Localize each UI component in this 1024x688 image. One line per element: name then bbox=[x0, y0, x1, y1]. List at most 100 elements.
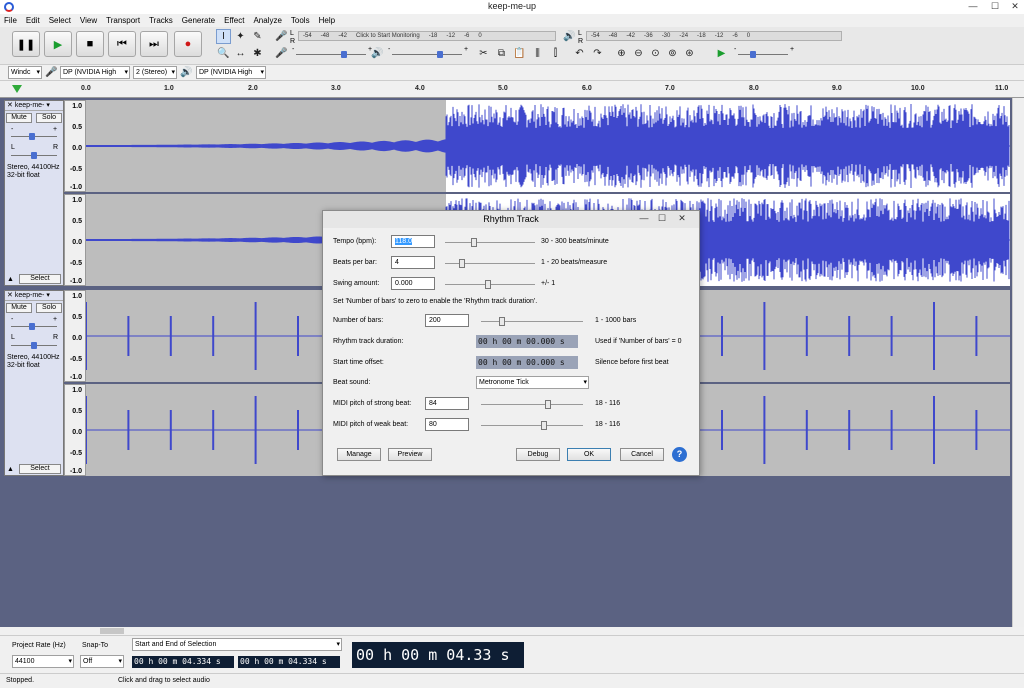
weak-beat-input[interactable]: 80 bbox=[425, 418, 469, 431]
pause-button[interactable]: ❚❚ bbox=[12, 31, 40, 57]
channels-select[interactable]: 2 (Stereo) bbox=[133, 66, 177, 79]
scroll-thumb[interactable] bbox=[100, 628, 124, 634]
beats-per-bar-slider[interactable] bbox=[445, 259, 535, 268]
tempo-input[interactable]: 118.0 bbox=[391, 235, 435, 248]
offset-timecode[interactable]: 00 h 00 m 00.000 s bbox=[476, 356, 578, 369]
redo-icon[interactable]: ↷ bbox=[590, 46, 605, 61]
manage-button[interactable]: Manage bbox=[337, 448, 381, 461]
copy-icon[interactable]: ⧉ bbox=[494, 46, 509, 61]
play-button[interactable]: ▶ bbox=[44, 31, 72, 57]
cut-icon[interactable]: ✂ bbox=[476, 46, 491, 61]
track-name-menu[interactable]: ✕ keep-me- ▾ bbox=[5, 101, 63, 111]
ok-button[interactable]: OK bbox=[567, 448, 611, 461]
horizontal-scrollbar[interactable] bbox=[0, 627, 1024, 635]
project-rate-select[interactable]: 44100 bbox=[12, 655, 74, 668]
zoom-tool-button[interactable]: 🔍 bbox=[216, 46, 231, 61]
zoom-out-icon[interactable]: ⊖ bbox=[631, 46, 646, 61]
undo-icon[interactable]: ↶ bbox=[572, 46, 587, 61]
multi-tool-button[interactable]: ✱ bbox=[250, 46, 265, 61]
menu-select[interactable]: Select bbox=[49, 16, 71, 25]
audio-host-select[interactable]: Windc bbox=[8, 66, 42, 79]
selection-mode-select[interactable]: Start and End of Selection bbox=[132, 638, 342, 651]
fit-selection-icon[interactable]: ⊙ bbox=[648, 46, 663, 61]
collapse-icon[interactable]: ▲ bbox=[7, 276, 14, 283]
debug-button[interactable]: Debug bbox=[516, 448, 560, 461]
preview-button[interactable]: Preview bbox=[388, 448, 432, 461]
menu-tracks[interactable]: Tracks bbox=[149, 16, 173, 25]
dialog-maximize-icon[interactable]: ☐ bbox=[655, 213, 669, 224]
bars-slider[interactable] bbox=[481, 317, 583, 326]
minimize-icon[interactable]: — bbox=[966, 1, 980, 12]
swing-slider[interactable] bbox=[445, 280, 535, 289]
recording-volume-slider[interactable] bbox=[296, 50, 366, 59]
playback-meter[interactable]: -54 -48 -42 -36 -30 -24 -18 -12 -6 0 bbox=[586, 31, 842, 41]
playback-volume-slider[interactable] bbox=[392, 50, 462, 59]
select-track-button[interactable]: Select bbox=[19, 464, 61, 474]
silence-icon[interactable]: ⫿ bbox=[548, 46, 563, 61]
audio-position-timecode[interactable]: 00 h 00 m 04.33 s bbox=[352, 642, 524, 668]
weak-beat-slider[interactable] bbox=[481, 421, 583, 430]
dialog-minimize-icon[interactable]: — bbox=[637, 213, 651, 224]
gain-slider[interactable] bbox=[11, 132, 57, 141]
collapse-icon[interactable]: ▲ bbox=[7, 466, 14, 473]
draw-tool-button[interactable]: ✎ bbox=[250, 29, 265, 44]
mute-button[interactable]: Mute bbox=[6, 303, 32, 313]
timeline-ruler[interactable]: 0.0 1.0 2.0 3.0 4.0 5.0 6.0 7.0 8.0 9.0 … bbox=[0, 81, 1024, 98]
record-button[interactable]: ● bbox=[174, 31, 202, 57]
swing-input[interactable]: 0.000 bbox=[391, 277, 435, 290]
bars-input[interactable]: 200 bbox=[425, 314, 469, 327]
timeline-pin-icon[interactable] bbox=[12, 85, 22, 93]
track-name-menu[interactable]: ✕ keep-me- ▾ bbox=[5, 291, 63, 301]
help-icon[interactable]: ? bbox=[672, 447, 687, 462]
beats-per-bar-range: 1 - 20 beats/measure bbox=[541, 259, 608, 266]
menu-analyze[interactable]: Analyze bbox=[253, 16, 281, 25]
playback-device-select[interactable]: DP (NVIDIA High bbox=[196, 66, 266, 79]
strong-beat-slider[interactable] bbox=[481, 400, 583, 409]
pan-slider[interactable] bbox=[11, 341, 57, 350]
time-shift-tool-button[interactable]: ↔ bbox=[233, 46, 248, 61]
tempo-slider[interactable] bbox=[445, 238, 535, 247]
menu-file[interactable]: File bbox=[4, 16, 17, 25]
solo-button[interactable]: Solo bbox=[36, 113, 62, 123]
gain-slider[interactable] bbox=[11, 322, 57, 331]
beats-per-bar-input[interactable]: 4 bbox=[391, 256, 435, 269]
zoom-in-icon[interactable]: ⊕ bbox=[614, 46, 629, 61]
skip-to-end-button[interactable]: ⏭ bbox=[140, 31, 168, 57]
selection-end-timecode[interactable]: 00 h 00 m 04.334 s bbox=[238, 656, 340, 668]
menu-edit[interactable]: Edit bbox=[26, 16, 40, 25]
cancel-button[interactable]: Cancel bbox=[620, 448, 664, 461]
maximize-icon[interactable]: ☐ bbox=[988, 1, 1002, 12]
solo-button[interactable]: Solo bbox=[36, 303, 62, 313]
dialog-close-icon[interactable]: ✕ bbox=[675, 213, 689, 224]
pan-slider[interactable] bbox=[11, 151, 57, 160]
menu-transport[interactable]: Transport bbox=[106, 16, 140, 25]
menu-generate[interactable]: Generate bbox=[182, 16, 215, 25]
duration-timecode[interactable]: 00 h 00 m 00.000 s bbox=[476, 335, 578, 348]
vertical-scrollbar[interactable] bbox=[1012, 98, 1024, 633]
scale-label: -0.5 bbox=[69, 166, 82, 173]
trim-icon[interactable]: ⫼ bbox=[530, 46, 545, 61]
menu-effect[interactable]: Effect bbox=[224, 16, 244, 25]
recording-device-select[interactable]: DP (NVIDIA High bbox=[60, 66, 130, 79]
zoom-toggle-icon[interactable]: ⊛ bbox=[682, 46, 697, 61]
paste-icon[interactable]: 📋 bbox=[512, 46, 527, 61]
select-track-button[interactable]: Select bbox=[19, 274, 61, 284]
menu-help[interactable]: Help bbox=[319, 16, 335, 25]
selection-tool-button[interactable]: I bbox=[216, 29, 231, 44]
snap-to-select[interactable]: Off bbox=[80, 655, 124, 668]
beat-sound-select[interactable]: Metronome Tick bbox=[476, 376, 589, 389]
skip-to-start-button[interactable]: ⏮ bbox=[108, 31, 136, 57]
recording-meter[interactable]: -54 -48 -42 Click to Start Monitoring -1… bbox=[298, 31, 556, 41]
strong-beat-input[interactable]: 84 bbox=[425, 397, 469, 410]
mute-button[interactable]: Mute bbox=[6, 113, 32, 123]
selection-start-timecode[interactable]: 00 h 00 m 04.334 s bbox=[132, 656, 234, 668]
stop-button[interactable]: ■ bbox=[76, 31, 104, 57]
fit-project-icon[interactable]: ⊚ bbox=[665, 46, 680, 61]
waveform-music-left[interactable] bbox=[86, 100, 1010, 192]
close-icon[interactable]: ✕ bbox=[1008, 1, 1022, 12]
menu-tools[interactable]: Tools bbox=[291, 16, 310, 25]
menu-view[interactable]: View bbox=[80, 16, 97, 25]
play-at-speed-icon[interactable]: ▶ bbox=[714, 46, 729, 61]
envelope-tool-button[interactable]: ✦ bbox=[233, 29, 248, 44]
play-speed-slider[interactable] bbox=[738, 50, 788, 59]
